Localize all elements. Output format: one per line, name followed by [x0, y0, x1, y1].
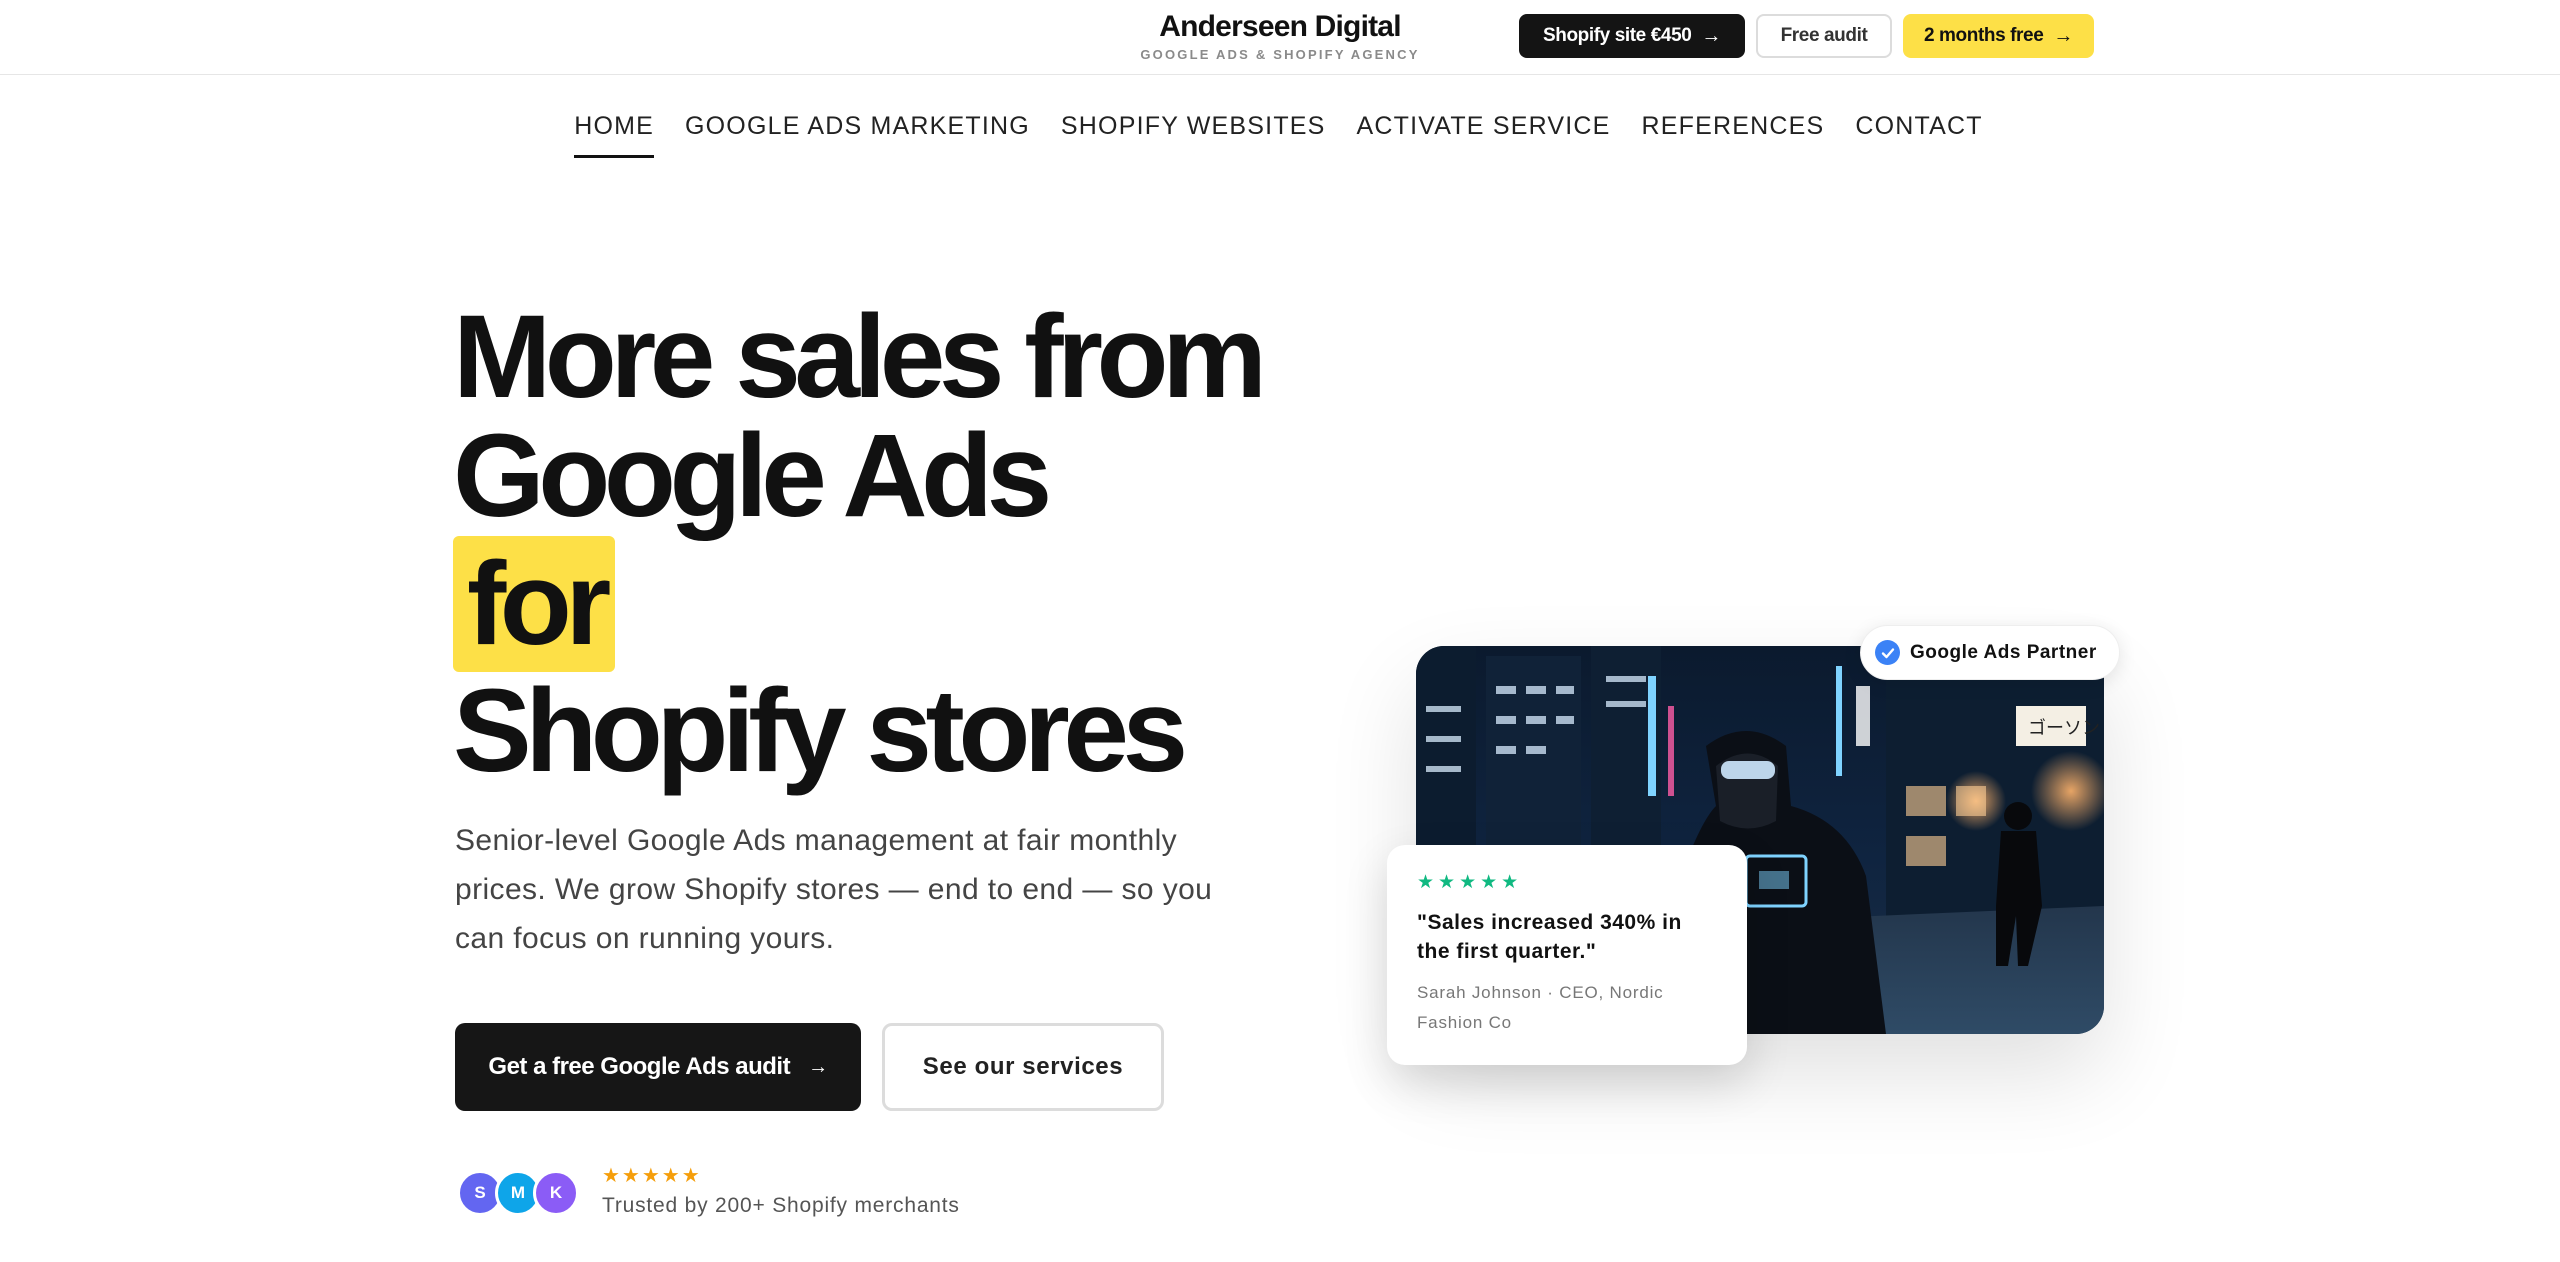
trust-text: Trusted by 200+ Shopify merchants: [602, 1194, 960, 1217]
hero-title-highlight: for: [453, 536, 615, 672]
shopify-site-label: Shopify site €450: [1542, 25, 1692, 46]
nav-item-home[interactable]: HOME: [574, 110, 655, 158]
testimonial-author: Sarah Johnson · CEO, Nordic Fashion Co: [1417, 983, 1664, 1032]
nav-item-google-ads-marketing[interactable]: GOOGLE ADS MARKETING: [685, 110, 1030, 158]
nav-item-activate-service[interactable]: ACTIVATE SERVICE: [1357, 110, 1611, 158]
free-audit-cta-label: Get a free Google Ads audit: [488, 1053, 791, 1080]
hero-title-line-4: Shopify stores: [453, 665, 1188, 797]
nav-item-shopify-websites[interactable]: SHOPIFY WEBSITES: [1061, 110, 1326, 158]
testimonial-rating-stars: ★★★★★: [1417, 872, 1523, 893]
free-audit-cta-button[interactable]: Get a free Google Ads audit →: [455, 1023, 861, 1111]
hero-title: More sales from Google Ads for Shopify s…: [453, 298, 1353, 791]
arrow-right-icon: →: [2053, 25, 2073, 47]
brand-tagline: GOOGLE ADS & SHOPIFY AGENCY: [1140, 47, 1420, 62]
google-ads-partner-badge: Google Ads Partner: [1860, 625, 2120, 680]
nav-item-contact[interactable]: CONTACT: [1855, 110, 1982, 158]
brand-name: Anderseen Digital: [1159, 10, 1401, 43]
hero-lead: Senior-level Google Ads management at fa…: [455, 824, 1213, 955]
see-services-button[interactable]: See our services: [882, 1023, 1164, 1111]
months-free-button[interactable]: 2 months free →: [1903, 14, 2094, 58]
top-bar: Anderseen Digital GOOGLE ADS & SHOPIFY A…: [0, 0, 2560, 75]
partner-badge-label: Google Ads Partner: [1910, 641, 2097, 663]
months-free-label: 2 months free: [1924, 25, 2044, 46]
avatar: K: [533, 1170, 579, 1216]
shopify-site-button[interactable]: Shopify site €450 →: [1519, 14, 1745, 58]
hero-title-line-2: Google Ads: [453, 410, 1052, 542]
free-audit-button[interactable]: Free audit: [1756, 14, 1892, 58]
testimonial-quote: "Sales increased 340% in the first quart…: [1417, 911, 1682, 963]
check-circle-icon: [1875, 640, 1900, 665]
brand-logo[interactable]: Anderseen Digital GOOGLE ADS & SHOPIFY A…: [1135, 8, 1425, 63]
hero-title-line-1: More sales from: [453, 291, 1267, 423]
trust-avatars: S M K: [457, 1170, 579, 1216]
main-nav: HOME GOOGLE ADS MARKETING SHOPIFY WEBSIT…: [0, 110, 2560, 158]
testimonial-card: ★★★★★ "Sales increased 340% in the first…: [1387, 845, 1747, 1065]
arrow-right-icon: →: [1701, 25, 1722, 47]
nav-item-references[interactable]: REFERENCES: [1642, 110, 1825, 158]
free-audit-label: Free audit: [1780, 25, 1868, 46]
svg-text:ゴーソン: ゴーソン: [2028, 718, 2100, 739]
hero-title-line-3: for: [453, 536, 1353, 672]
see-services-label: See our services: [922, 1053, 1124, 1080]
arrow-right-icon: →: [808, 1056, 828, 1078]
top-actions: Shopify site €450 → Free audit 2 months …: [1519, 14, 2094, 58]
trust-rating-stars: ★★★★★: [602, 1165, 702, 1187]
